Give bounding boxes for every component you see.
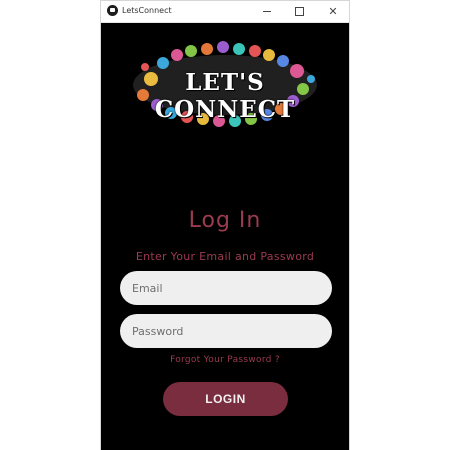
app-window: LetsConnect ✕ LET'S CONNECT Log In Enter… bbox=[101, 1, 349, 450]
login-button[interactable]: LOGIN bbox=[163, 382, 288, 416]
maximize-icon bbox=[294, 7, 304, 16]
page-title: Log In bbox=[188, 208, 262, 233]
logo-text: LET'S CONNECT bbox=[154, 69, 296, 123]
app-icon bbox=[107, 5, 118, 16]
window-title: LetsConnect bbox=[122, 6, 172, 15]
close-button[interactable]: ✕ bbox=[319, 3, 347, 20]
login-instructions: Enter Your Email and Password bbox=[135, 250, 315, 263]
lets-connect-logo: LET'S CONNECT bbox=[127, 41, 323, 131]
password-field[interactable] bbox=[120, 314, 332, 348]
email-field[interactable] bbox=[120, 271, 332, 305]
maximize-button[interactable] bbox=[285, 3, 313, 20]
title-bar[interactable]: LetsConnect ✕ bbox=[101, 1, 349, 23]
minimize-button[interactable] bbox=[253, 3, 281, 20]
close-icon: ✕ bbox=[328, 4, 338, 18]
forgot-password-link[interactable]: Forgot Your Password ? bbox=[101, 355, 349, 365]
minimize-icon bbox=[263, 11, 271, 12]
